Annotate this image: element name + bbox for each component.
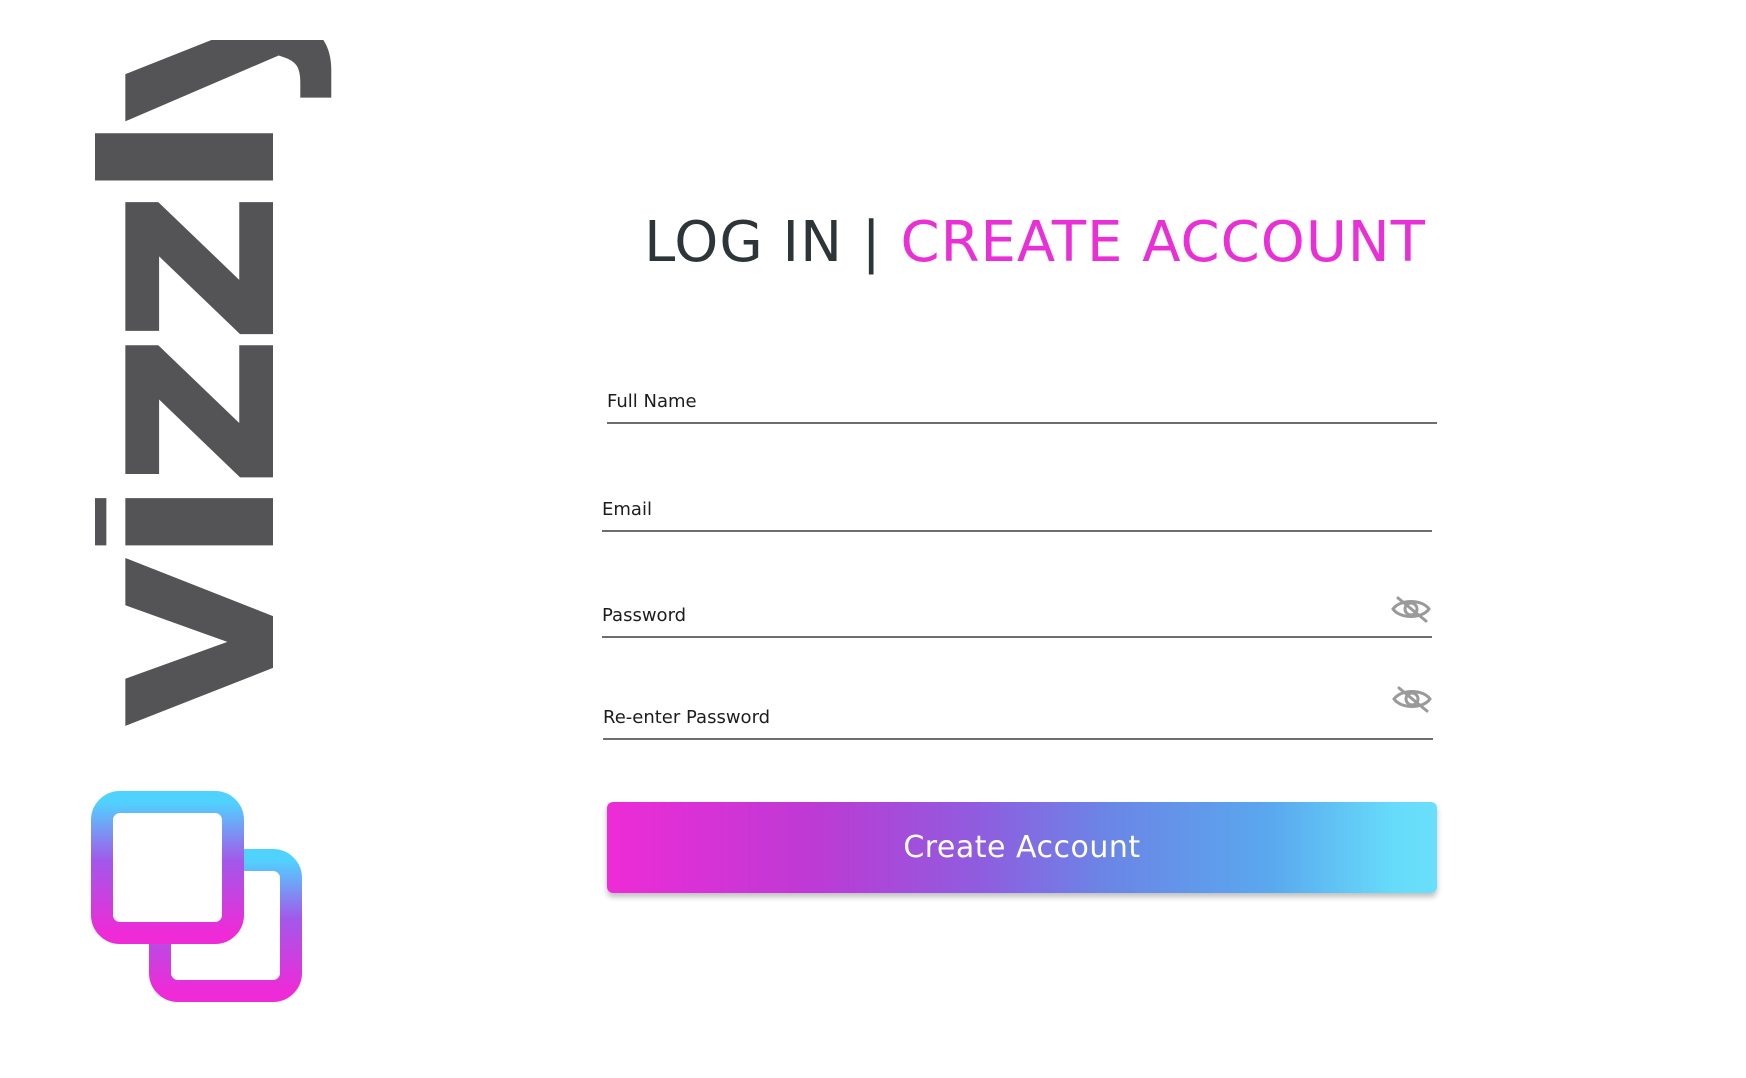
password-field[interactable]: Password — [602, 592, 1432, 638]
tab-log-in[interactable]: LOG IN — [644, 210, 843, 275]
vizzly-wordmark-logo: vizzly — [95, 40, 337, 730]
reenter-password-input[interactable] — [603, 694, 1433, 738]
tab-create-account[interactable]: CREATE ACCOUNT — [900, 210, 1425, 275]
eye-off-icon[interactable] — [1390, 594, 1432, 624]
full-name-input[interactable] — [607, 378, 1437, 422]
auth-tabs: LOG IN | CREATE ACCOUNT — [0, 210, 1746, 275]
tab-separator: | — [861, 210, 882, 275]
full-name-field[interactable]: Full Name — [607, 378, 1437, 424]
password-input[interactable] — [602, 592, 1432, 636]
email-field[interactable]: Email — [602, 486, 1432, 532]
vizzly-logo-mark-icon — [91, 791, 302, 1002]
email-input[interactable] — [602, 486, 1432, 530]
eye-off-icon[interactable] — [1391, 684, 1433, 714]
wordmark-text: vizzly — [95, 40, 337, 730]
create-account-button[interactable]: Create Account — [607, 802, 1437, 893]
reenter-password-field[interactable]: Re-enter Password — [603, 686, 1433, 740]
